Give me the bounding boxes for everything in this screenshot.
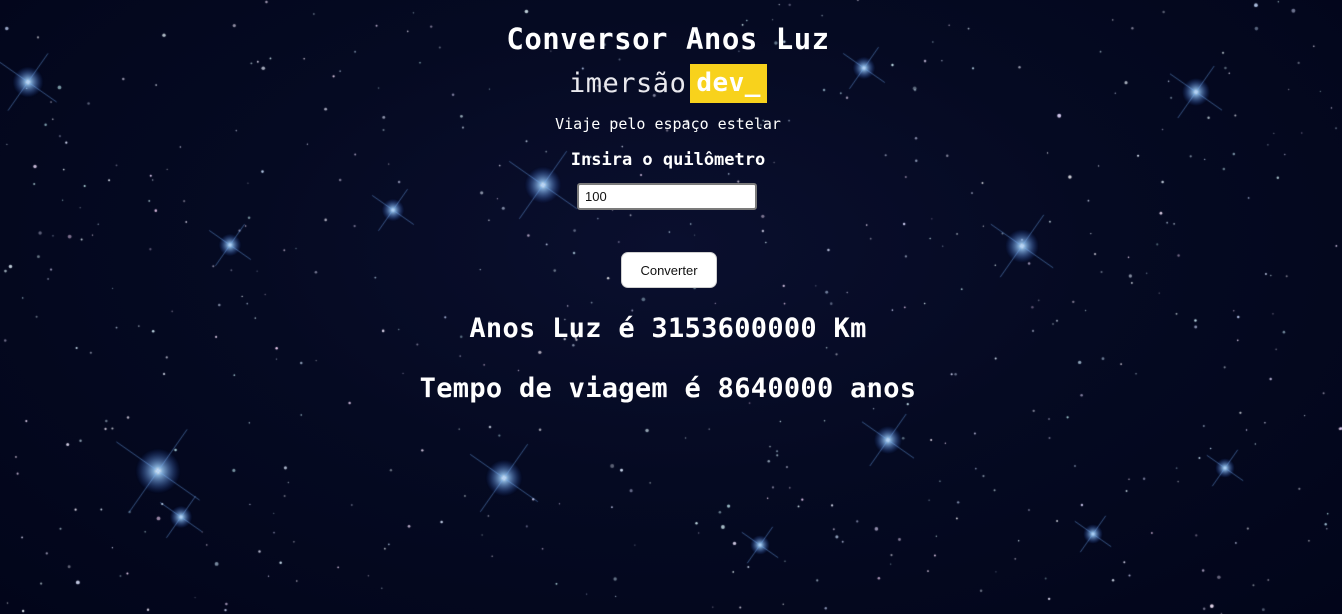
convert-button[interactable]: Converter: [621, 252, 717, 288]
page-title: Conversor Anos Luz: [506, 22, 830, 56]
lightyears-result: Anos Luz é 3153600000 Km: [469, 313, 867, 344]
travel-time-result: Tempo de viagem é 8640000 anos: [419, 373, 917, 404]
brand-logo: imersão dev_: [0, 64, 1336, 103]
brand-logo-highlight: dev_: [690, 64, 767, 103]
brand-logo-text: imersão: [569, 68, 687, 99]
km-input[interactable]: [577, 183, 757, 210]
km-input-label: Insira o quilômetro: [570, 150, 766, 170]
page-subtitle: Viaje pelo espaço estelar: [555, 115, 781, 133]
